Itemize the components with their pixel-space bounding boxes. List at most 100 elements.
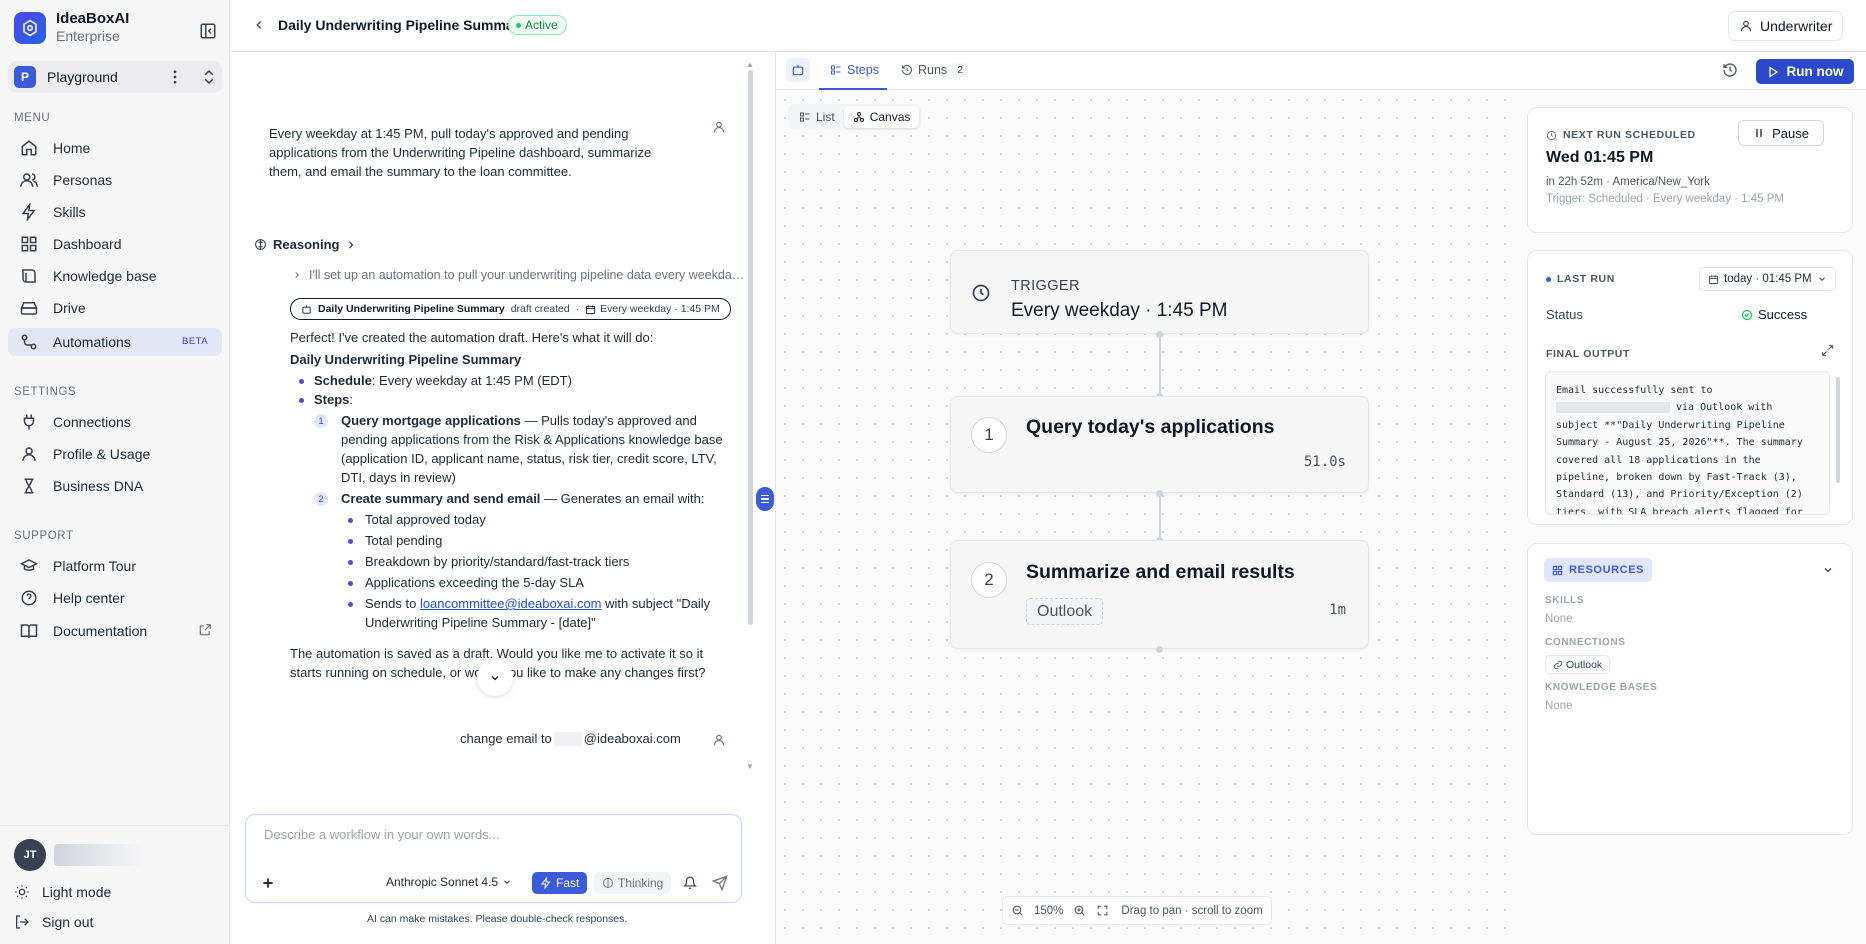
final-output-label: FINAL OUTPUT: [1546, 348, 1631, 360]
bolt-icon: [541, 877, 551, 889]
scroll-up-icon[interactable]: ▲: [746, 60, 754, 69]
sidebar-item-label: Connections: [53, 414, 131, 430]
bell-icon[interactable]: [683, 876, 697, 890]
sidebar-item-profile-usage[interactable]: Profile & Usage: [8, 440, 222, 468]
chevron-down-icon[interactable]: [1822, 564, 1834, 576]
steps-label: Steps: [314, 392, 350, 407]
pause-icon: [1756, 129, 1762, 137]
knowledge-bases-value: None: [1545, 700, 1573, 712]
view-toggle: List Canvas: [788, 104, 922, 130]
view-canvas-label: Canvas: [869, 110, 911, 124]
sidebar-item-skills[interactable]: Skills: [8, 198, 222, 226]
workspace-switcher[interactable]: P Playground: [8, 61, 222, 93]
chevron-down-icon: [491, 676, 499, 681]
view-canvas-button[interactable]: Canvas: [843, 106, 920, 128]
scroll-down-button[interactable]: [477, 660, 513, 696]
user-message: Every weekday at 1:45 PM, pull today's a…: [269, 126, 652, 179]
status-text: Success: [1758, 307, 1808, 322]
sidebar-item-help-center[interactable]: Help center: [8, 584, 222, 612]
reasoning-thought[interactable]: I'll set up an automation to pull your u…: [309, 268, 747, 282]
trigger-node[interactable]: TRIGGER Every weekday · 1:45 PM: [950, 250, 1369, 334]
step-node-1[interactable]: 1 Query today's applications 51.0s: [950, 396, 1369, 493]
page-title: Daily Underwriting Pipeline Summary: [278, 17, 527, 33]
sidebar: IdeaBoxAI Enterprise P Playground MENU H…: [0, 0, 230, 944]
expand-icon[interactable]: [1821, 344, 1834, 357]
chat-scrollbar[interactable]: [748, 70, 753, 625]
sidebar-item-platform-tour[interactable]: Platform Tour: [8, 552, 222, 580]
sidebar-item-automations[interactable]: Automations BETA: [8, 328, 222, 356]
sidebar-item-dashboard[interactable]: Dashboard: [8, 230, 222, 258]
calendar-icon: [586, 304, 596, 314]
plus-icon[interactable]: [260, 875, 276, 891]
pause-button[interactable]: Pause: [1738, 120, 1824, 146]
tab-runs[interactable]: Runs 2: [901, 63, 969, 77]
disclaimer: AI can make mistakes. Please double-chec…: [367, 913, 628, 925]
send-icon[interactable]: [712, 875, 728, 891]
fit-view-icon[interactable]: [1096, 904, 1109, 917]
sidebar-item-connections[interactable]: Connections: [8, 408, 222, 436]
home-icon: [21, 140, 37, 156]
sidebar-item-business-dna[interactable]: Business DNA: [8, 472, 222, 500]
workflow-toolbar: Steps Runs 2 Run now: [776, 52, 1866, 90]
chevron-down-icon: [504, 880, 510, 884]
chevron-right-icon[interactable]: [292, 270, 302, 280]
zoom-in-icon[interactable]: [1073, 904, 1086, 917]
workspace-avatar: P: [14, 66, 36, 88]
knowledge-bases-label: KNOWLEDGE BASES: [1545, 682, 1658, 693]
chat-composer[interactable]: Describe a workflow in your own words...…: [245, 814, 742, 903]
sidebar-item-label: Knowledge base: [53, 268, 157, 284]
automation-draft-chip[interactable]: Daily Underwriting Pipeline Summary draf…: [290, 298, 731, 320]
light-mode-toggle[interactable]: Light mode: [14, 884, 111, 900]
output-prefix: Email successfully sent to: [1556, 385, 1713, 396]
model-selector[interactable]: Anthropic Sonnet 4.5: [386, 875, 512, 889]
composer-input[interactable]: Describe a workflow in your own words...: [264, 827, 500, 842]
sidebar-item-documentation[interactable]: Documentation: [8, 617, 222, 645]
brand[interactable]: IdeaBoxAI Enterprise: [14, 10, 129, 45]
sidebar-item-drive[interactable]: Drive: [8, 294, 222, 322]
sidebar-item-label: Help center: [53, 590, 125, 606]
connection-chip[interactable]: Outlook: [1545, 655, 1611, 674]
fast-label: Fast: [556, 876, 580, 890]
output-scrollbar[interactable]: [1836, 377, 1840, 483]
automation-icon: [21, 334, 37, 350]
chevrons-up-down-icon[interactable]: [200, 68, 218, 86]
run-now-button[interactable]: Run now: [1756, 59, 1854, 84]
robot-icon[interactable]: [786, 58, 810, 82]
run-selector[interactable]: today · 01:45 PM: [1699, 267, 1836, 291]
tab-steps[interactable]: Steps: [830, 63, 879, 77]
scroll-down-icon[interactable]: ▼: [746, 762, 754, 771]
view-list-label: List: [816, 110, 835, 124]
last-run-header: LAST RUN: [1546, 273, 1615, 285]
sidebar-item-home[interactable]: Home: [8, 134, 222, 162]
sidebar-item-knowledge-base[interactable]: Knowledge base: [8, 262, 222, 290]
step-node-2[interactable]: 2 Summarize and email results Outlook 1m: [950, 540, 1369, 649]
status-label: Status: [1546, 307, 1583, 322]
users-icon: [20, 173, 38, 187]
view-list-button[interactable]: List: [790, 106, 844, 128]
next-run-label: NEXT RUN SCHEDULED: [1563, 129, 1696, 141]
thinking-mode-button[interactable]: Thinking: [594, 872, 672, 894]
history-icon[interactable]: [1722, 62, 1738, 78]
assistant-message: Perfect! I've created the automation dra…: [290, 328, 735, 682]
resources-label: RESOURCES: [1569, 564, 1645, 576]
back-arrow-icon[interactable]: [252, 18, 266, 32]
zoom-out-icon[interactable]: [1011, 904, 1024, 917]
workflow-canvas[interactable]: List Canvas TRIGGER Every weekday · 1:45…: [776, 91, 1516, 944]
sign-out-button[interactable]: Sign out: [14, 914, 93, 930]
more-vertical-icon[interactable]: [166, 68, 184, 86]
reasoning-toggle[interactable]: Reasoning: [254, 237, 357, 252]
resize-handle[interactable]: [756, 487, 774, 511]
user-name-redacted: [54, 844, 144, 866]
list-icon: [800, 112, 810, 122]
list-item: 1 Query mortgage applications — Pulls to…: [290, 411, 735, 487]
fast-mode-button[interactable]: Fast: [532, 872, 588, 894]
output-rest: via Outlook with subject **"Daily Underw…: [1556, 402, 1803, 515]
list-item: Breakdown by priority/standard/fast-trac…: [290, 552, 735, 571]
role-selector[interactable]: Underwriter: [1728, 11, 1844, 41]
brain-icon: [603, 878, 613, 888]
sidebar-item-personas[interactable]: Personas: [8, 166, 222, 194]
user-account[interactable]: JT: [14, 839, 144, 871]
email-link[interactable]: loancommittee@ideaboxai.com: [420, 596, 602, 611]
collapse-sidebar-icon[interactable]: [199, 22, 217, 40]
final-output-text[interactable]: Email successfully sent to via Outlook w…: [1545, 371, 1830, 515]
